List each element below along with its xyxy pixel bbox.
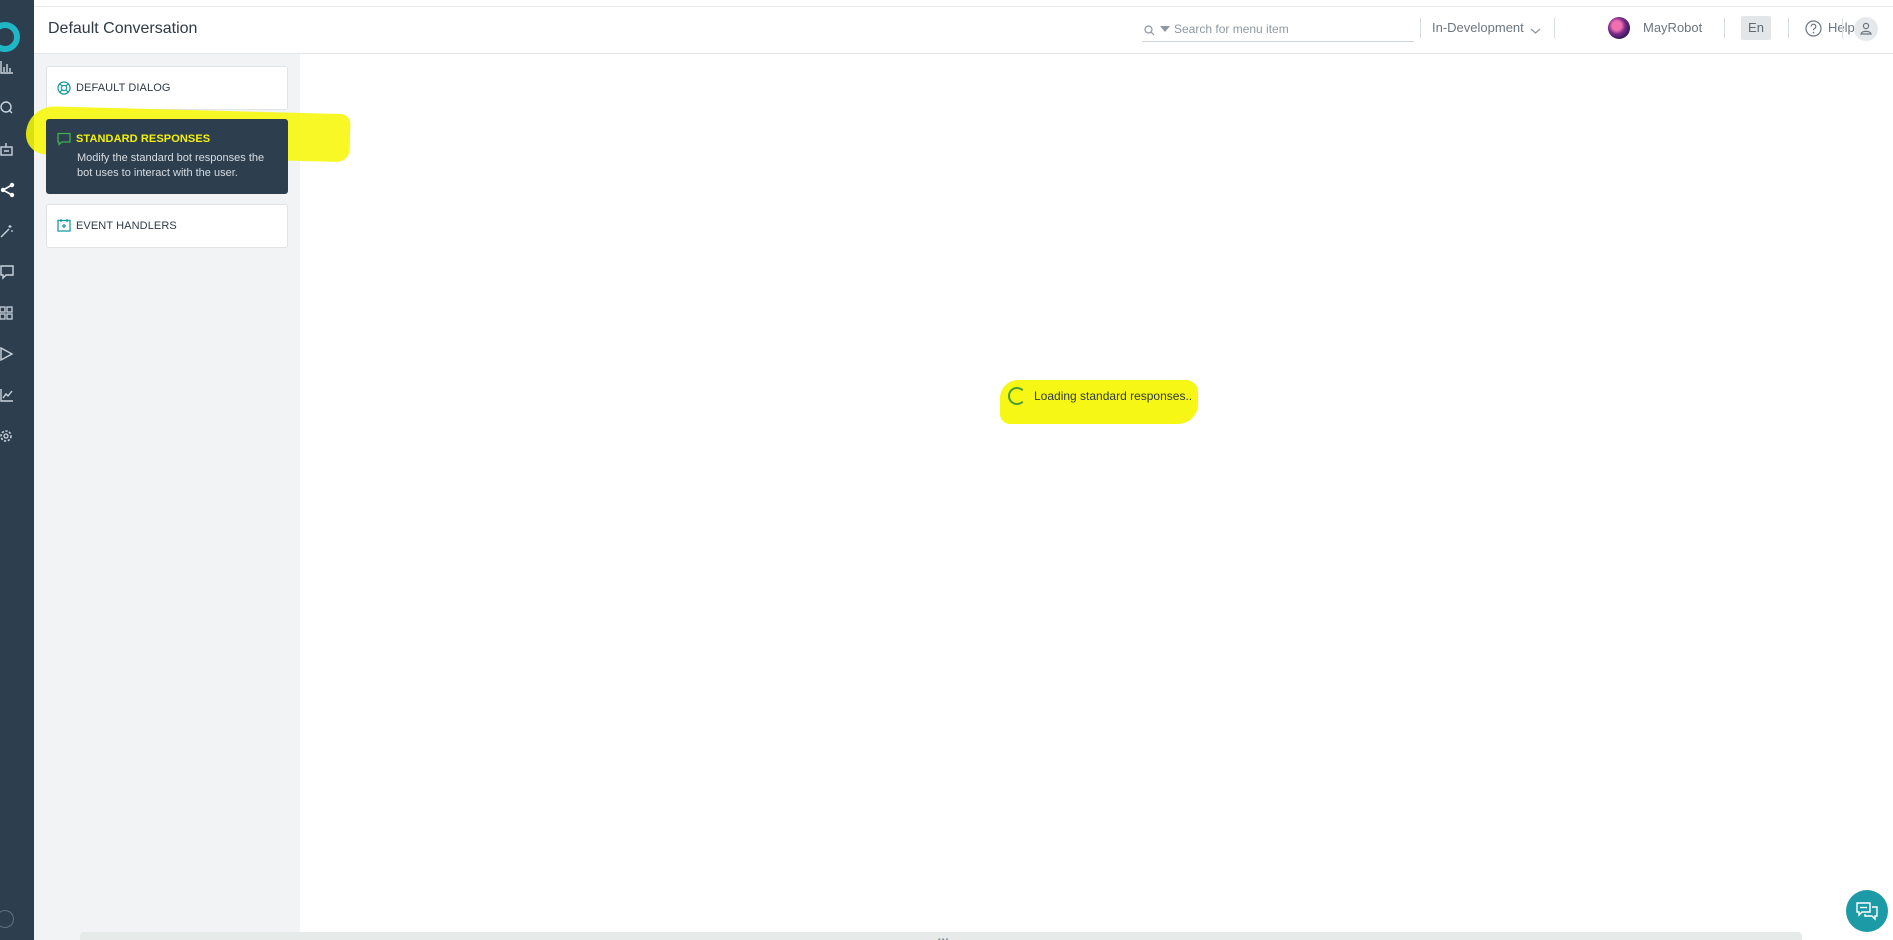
gear-icon[interactable] bbox=[0, 428, 18, 446]
flow-nodes-icon[interactable] bbox=[0, 182, 18, 200]
top-header: Default Conversation In-Development MayR… bbox=[34, 0, 1893, 54]
chevron-down-icon[interactable] bbox=[1530, 22, 1541, 40]
line-chart-icon[interactable] bbox=[0, 387, 18, 405]
user-icon bbox=[1860, 22, 1872, 35]
standard-responses-card[interactable]: STANDARD RESPONSES Modify the standard b… bbox=[46, 119, 288, 194]
header-separator bbox=[1554, 18, 1555, 38]
header-separator bbox=[1788, 18, 1789, 38]
header-separator bbox=[1420, 18, 1421, 38]
bot-avatar[interactable] bbox=[1608, 17, 1630, 39]
menu-search[interactable] bbox=[1142, 18, 1414, 42]
bar-chart-icon[interactable] bbox=[0, 59, 18, 77]
header-separator bbox=[1724, 18, 1725, 38]
search-input[interactable] bbox=[1174, 19, 1410, 39]
app-root: Default Conversation In-Development MayR… bbox=[0, 0, 1893, 940]
header-divider bbox=[34, 6, 1893, 7]
page-title: Default Conversation bbox=[48, 20, 198, 37]
help-circle-icon[interactable] bbox=[1805, 20, 1822, 42]
drag-grip-icon[interactable]: ••• bbox=[938, 935, 949, 940]
magic-wand-icon[interactable] bbox=[0, 223, 18, 241]
event-handlers-card[interactable]: EVENT HANDLERS bbox=[46, 204, 288, 248]
environment-selector[interactable]: In-Development bbox=[1432, 20, 1524, 35]
robot-icon[interactable] bbox=[0, 141, 18, 159]
loading-message: Loading standard responses.. bbox=[1034, 389, 1193, 403]
header-separator bbox=[1842, 18, 1843, 38]
event-handlers-title: EVENT HANDLERS bbox=[76, 220, 177, 232]
calendar-event-icon bbox=[57, 218, 71, 237]
standard-responses-description: Modify the standard bot responses the bo… bbox=[77, 152, 265, 179]
user-profile-button[interactable] bbox=[1854, 17, 1878, 41]
chat-bubbles-icon bbox=[1856, 902, 1878, 921]
search-icon bbox=[1144, 23, 1155, 41]
chat-support-button[interactable] bbox=[1846, 890, 1888, 932]
loading-spinner-icon bbox=[1008, 387, 1026, 405]
grid-apps-icon[interactable] bbox=[0, 305, 18, 323]
search-chat-icon[interactable] bbox=[0, 100, 18, 118]
conversation-panel-overlay: STANDARD RESPONSES Modify the standard b… bbox=[34, 54, 300, 940]
language-button[interactable]: En bbox=[1741, 16, 1771, 40]
comment-icon[interactable] bbox=[0, 264, 18, 282]
message-square-icon bbox=[57, 132, 71, 151]
search-filter-caret-icon[interactable] bbox=[1160, 26, 1170, 32]
status-circle-icon[interactable] bbox=[0, 910, 14, 928]
send-flag-icon[interactable] bbox=[0, 346, 18, 364]
standard-responses-title: STANDARD RESPONSES bbox=[76, 133, 211, 145]
app-logo-icon[interactable] bbox=[0, 22, 20, 52]
bot-name[interactable]: MayRobot bbox=[1643, 20, 1702, 35]
